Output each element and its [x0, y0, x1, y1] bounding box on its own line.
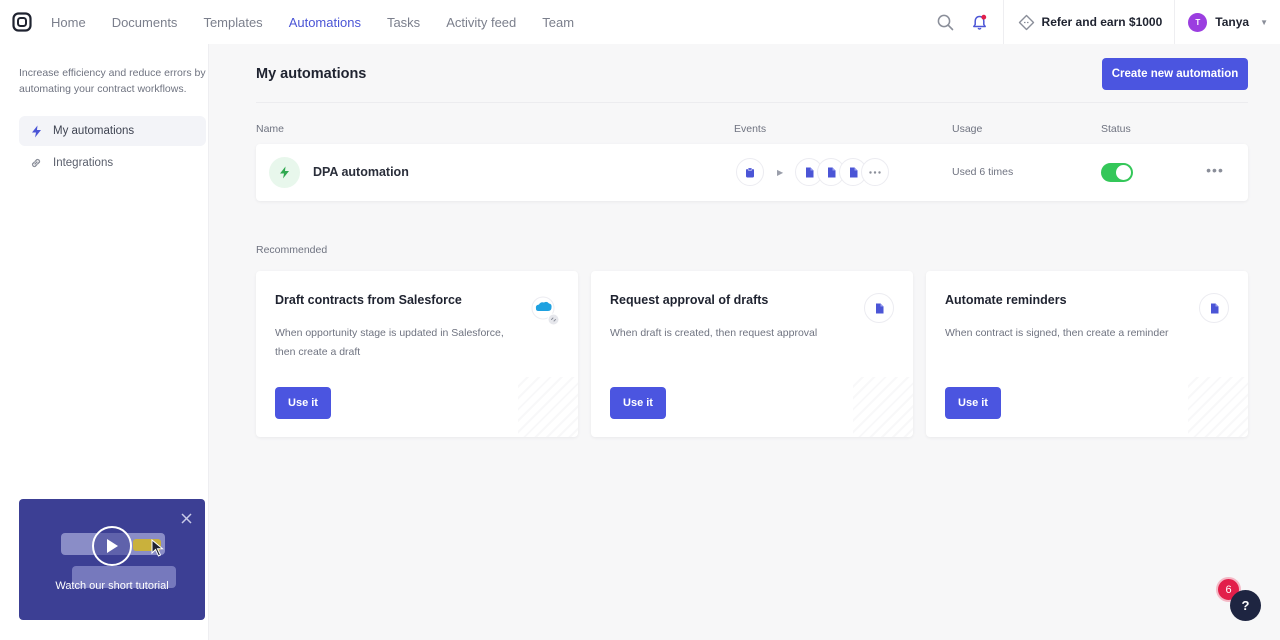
card-description: When draft is created, then request appr… — [610, 327, 818, 339]
bolt-icon — [19, 125, 53, 138]
app-logo[interactable] — [0, 0, 44, 44]
refer-link[interactable]: Refer and earn $1000 — [1004, 0, 1175, 44]
sidebar-item-my-automations[interactable]: My automations — [19, 116, 206, 146]
nav-activity-feed[interactable]: Activity feed — [446, 15, 516, 30]
nav-tasks[interactable]: Tasks — [387, 15, 420, 30]
sidebar-item-label: My automations — [53, 125, 135, 137]
use-it-button[interactable]: Use it — [610, 387, 666, 419]
more-options-icon[interactable]: ••• — [1203, 162, 1227, 182]
sidebar-description: Increase efficiency and reduce errors by… — [19, 67, 206, 95]
close-icon[interactable] — [179, 511, 193, 525]
card-description: When opportunity stage is updated in Sal… — [275, 327, 504, 358]
header-divider — [256, 102, 1248, 103]
document-icon — [1199, 293, 1229, 323]
ticket-icon — [1018, 14, 1034, 30]
play-icon[interactable] — [92, 526, 132, 566]
recommended-heading: Recommended — [256, 244, 328, 256]
refer-label: Refer and earn $1000 — [1041, 15, 1163, 29]
top-right-controls: Refer and earn $1000 T Tanya ▼ — [929, 0, 1280, 44]
tutorial-video-card[interactable]: Watch our short tutorial — [19, 499, 205, 620]
sidebar: Increase efficiency and reduce errors by… — [0, 44, 209, 640]
nav-home[interactable]: Home — [51, 15, 86, 30]
user-name: Tanya — [1215, 15, 1250, 29]
card-title: Request approval of drafts — [610, 293, 769, 307]
notifications-button[interactable] — [963, 0, 997, 44]
help-button[interactable]: ? — [1230, 590, 1261, 621]
document-icon — [864, 293, 894, 323]
card-decoration — [1188, 377, 1248, 437]
nav-automations[interactable]: Automations — [289, 15, 361, 30]
arrow-right-icon: ▶ — [777, 168, 784, 177]
top-navbar: Home Documents Templates Automations Tas… — [0, 0, 1280, 44]
search-icon — [937, 14, 954, 30]
sidebar-item-label: Integrations — [53, 157, 114, 169]
salesforce-icon — [531, 296, 560, 326]
column-header-status: Status — [1101, 123, 1131, 135]
link-icon — [19, 157, 53, 169]
toggle-knob — [1116, 165, 1131, 180]
create-automation-button[interactable]: Create new automation — [1102, 58, 1248, 90]
chevron-down-icon: ▼ — [1260, 17, 1268, 27]
page-title: My automations — [256, 66, 367, 82]
card-decoration — [518, 377, 578, 437]
cursor-icon — [151, 539, 164, 557]
usage-count: Used 6 times — [952, 166, 1014, 178]
recommended-card-reminders: Automate reminders When contract is sign… — [926, 271, 1248, 437]
table-row[interactable]: DPA automation ▶ Used 6 times ••• — [256, 144, 1248, 201]
card-description: When contract is signed, then create a r… — [945, 327, 1169, 339]
use-it-button[interactable]: Use it — [275, 387, 331, 419]
sidebar-item-integrations[interactable]: Integrations — [19, 148, 206, 178]
logo-icon — [12, 12, 32, 32]
column-header-events: Events — [734, 123, 767, 135]
clipboard-icon — [736, 158, 764, 186]
tutorial-label: Watch our short tutorial — [55, 580, 169, 592]
bolt-icon — [269, 157, 300, 188]
nav-templates[interactable]: Templates — [203, 15, 262, 30]
card-title: Automate reminders — [945, 293, 1067, 307]
main-nav: Home Documents Templates Automations Tas… — [51, 15, 600, 30]
column-header-name: Name — [256, 123, 285, 135]
automation-name: DPA automation — [313, 165, 409, 179]
card-decoration — [853, 377, 913, 437]
avatar: T — [1188, 12, 1208, 32]
recommended-card-approval: Request approval of drafts When draft is… — [591, 271, 913, 437]
card-title: Draft contracts from Salesforce — [275, 293, 462, 307]
bell-icon — [973, 14, 987, 30]
user-menu[interactable]: T Tanya ▼ — [1175, 0, 1280, 44]
column-header-usage: Usage — [952, 123, 983, 135]
status-toggle[interactable] — [1101, 163, 1133, 182]
use-it-button[interactable]: Use it — [945, 387, 1001, 419]
search-button[interactable] — [929, 0, 963, 44]
nav-team[interactable]: Team — [542, 15, 574, 30]
nav-documents[interactable]: Documents — [112, 15, 178, 30]
more-events-icon[interactable] — [861, 158, 889, 186]
